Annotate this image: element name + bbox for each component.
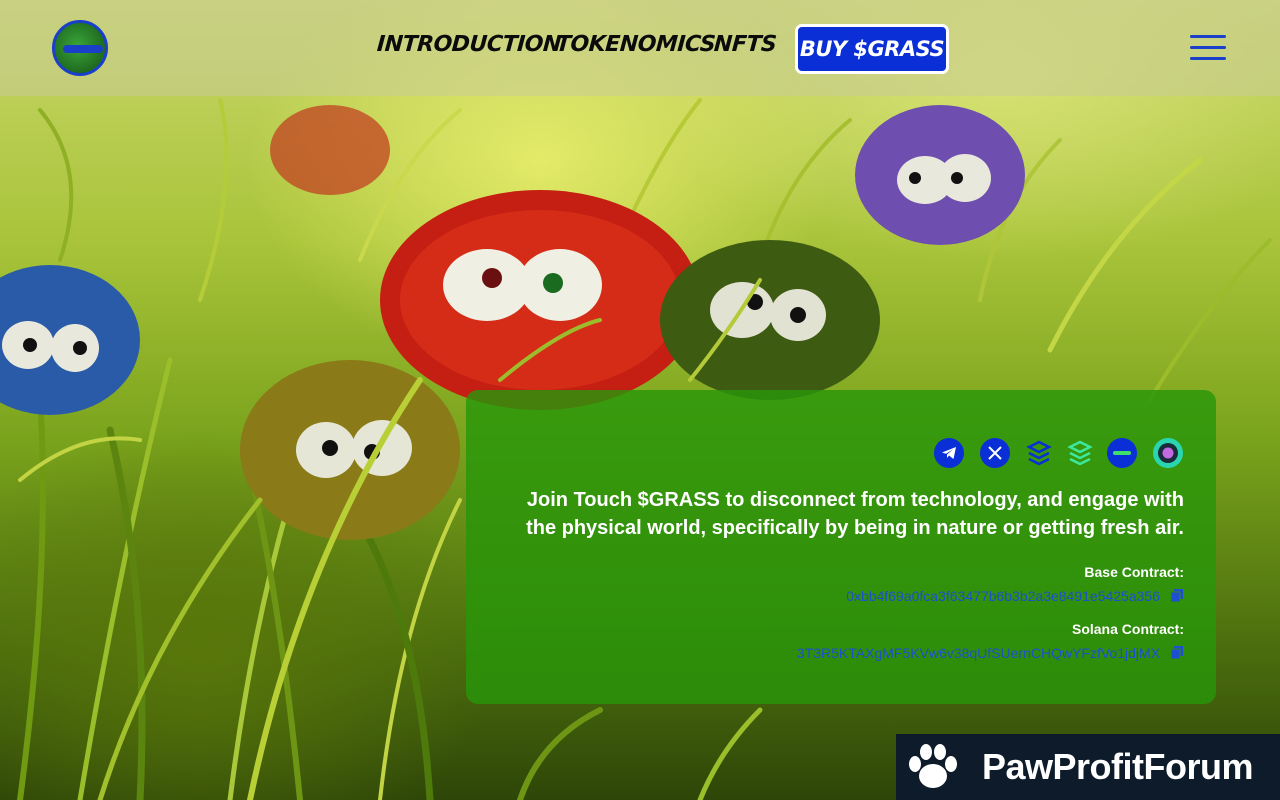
logo-mark: [63, 45, 103, 53]
paw-icon: [909, 744, 957, 788]
nav-tokenomics[interactable]: TOKENOMICS: [555, 32, 716, 57]
geckoterminal-icon[interactable]: [1153, 438, 1183, 468]
base-contract-address[interactable]: 0xbb4f69a0fca3f63477b6b3b2a3e8491e5425a3…: [846, 588, 1160, 604]
telegram-icon[interactable]: [934, 438, 964, 468]
x-icon[interactable]: [980, 438, 1010, 468]
copy-base-icon[interactable]: [1170, 588, 1184, 602]
dextools-icon[interactable]: [1024, 438, 1054, 468]
watermark-text: PawProfitForum: [982, 746, 1254, 787]
copy-solana-icon[interactable]: [1170, 645, 1184, 659]
solana-contract-address[interactable]: 3T3R5KTAXgMF5KVw6v38qUfSUernCHQwYFzfVo1j…: [797, 645, 1160, 661]
info-card: Join Touch $GRASS to disconnect from tec…: [466, 390, 1216, 704]
coinmarketcap-icon[interactable]: [1107, 438, 1137, 468]
site-header: INTRODUCTION TOKENOMICS NFTS BUY $GRASS: [0, 0, 1280, 96]
solana-contract-label: Solana Contract:: [1071, 621, 1184, 637]
dexscreener-icon[interactable]: [1065, 438, 1095, 468]
base-contract-label: Base Contract:: [1084, 564, 1184, 580]
nav-nfts[interactable]: NFTS: [713, 32, 777, 57]
site-logo[interactable]: [52, 20, 108, 76]
hamburger-menu-icon[interactable]: [1190, 35, 1226, 61]
watermark-banner: PawProfitForum: [896, 734, 1280, 800]
nav-introduction[interactable]: INTRODUCTION: [376, 32, 562, 57]
tagline-text: Join Touch $GRASS to disconnect from tec…: [526, 489, 1184, 539]
buy-grass-button[interactable]: BUY $GRASS: [795, 24, 949, 74]
